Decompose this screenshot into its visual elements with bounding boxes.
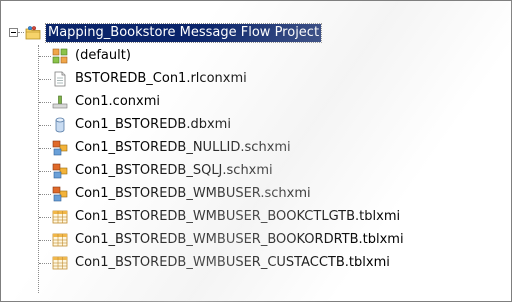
tree-connector bbox=[39, 148, 51, 149]
tree-item-label: Con1_BSTOREDB_NULLID.schxmi bbox=[75, 140, 291, 155]
tree-item-label: Con1_BSTOREDB_SQLJ.schxmi bbox=[75, 163, 273, 178]
tree-root-item[interactable]: Mapping_Bookstore Message Flow Project bbox=[25, 22, 323, 44]
table-icon bbox=[52, 209, 68, 225]
tree-connector bbox=[18, 32, 24, 33]
tree-item[interactable]: Con1_BSTOREDB_WMBUSER.schxmi bbox=[52, 183, 313, 205]
tree-connector bbox=[39, 217, 51, 218]
tree-item-label: Con1.conxmi bbox=[75, 94, 160, 109]
tree-item[interactable]: Con1_BSTOREDB_SQLJ.schxmi bbox=[52, 160, 275, 182]
tree-root-label: Mapping_Bookstore Message Flow Project bbox=[44, 23, 323, 43]
package-icon bbox=[52, 48, 68, 64]
tree-item-label: Con1_BSTOREDB_WMBUSER_BOOKORDRTB.tblxmi bbox=[75, 232, 404, 247]
file-icon bbox=[52, 71, 68, 87]
tree-item-label: Con1_BSTOREDB.dbxmi bbox=[75, 117, 231, 132]
tree-item[interactable]: BSTOREDB_Con1.rlconxmi bbox=[52, 68, 249, 90]
schema-icon bbox=[52, 186, 68, 202]
tree-connector bbox=[39, 240, 51, 241]
tree-item[interactable]: (default) bbox=[52, 45, 133, 67]
tree-item-label: Con1_BSTOREDB_WMBUSER_BOOKCTLGTB.tblxmi bbox=[75, 209, 401, 224]
tree-connector bbox=[39, 56, 51, 57]
tree-item[interactable]: Con1_BSTOREDB_WMBUSER_BOOKORDRTB.tblxmi bbox=[52, 229, 406, 251]
tree-item-label: (default) bbox=[75, 48, 131, 63]
project-folder-icon bbox=[25, 25, 41, 41]
project-tree: Mapping_Bookstore Message Flow Project (… bbox=[0, 0, 512, 302]
schema-icon bbox=[52, 140, 68, 156]
tree-item[interactable]: Con1_BSTOREDB_WMBUSER_CUSTACCTB.tblxmi bbox=[52, 252, 392, 274]
table-icon bbox=[52, 232, 68, 248]
tree-item[interactable]: Con1_BSTOREDB_WMBUSER_BOOKCTLGTB.tblxmi bbox=[52, 206, 402, 228]
tree-connector bbox=[38, 45, 39, 293]
tree-connector bbox=[39, 79, 51, 80]
tree-connector bbox=[39, 171, 51, 172]
tree-connector bbox=[39, 125, 51, 126]
tree-connector bbox=[39, 263, 51, 264]
schema-icon bbox=[52, 163, 68, 179]
table-icon bbox=[52, 255, 68, 271]
tree-connector bbox=[39, 194, 51, 195]
tree-connector bbox=[39, 102, 51, 103]
collapse-toggle[interactable] bbox=[9, 28, 18, 37]
tree-item[interactable]: Con1_BSTOREDB_NULLID.schxmi bbox=[52, 137, 293, 159]
tree-item[interactable]: Con1_BSTOREDB.dbxmi bbox=[52, 114, 233, 136]
tree-item-label: BSTOREDB_Con1.rlconxmi bbox=[75, 71, 247, 86]
tree-item-label: Con1_BSTOREDB_WMBUSER.schxmi bbox=[75, 186, 311, 201]
database-icon bbox=[52, 117, 68, 133]
tree-item-label: Con1_BSTOREDB_WMBUSER_CUSTACCTB.tblxmi bbox=[75, 255, 390, 270]
connection-icon bbox=[52, 94, 68, 110]
tree-item[interactable]: Con1.conxmi bbox=[52, 91, 162, 113]
